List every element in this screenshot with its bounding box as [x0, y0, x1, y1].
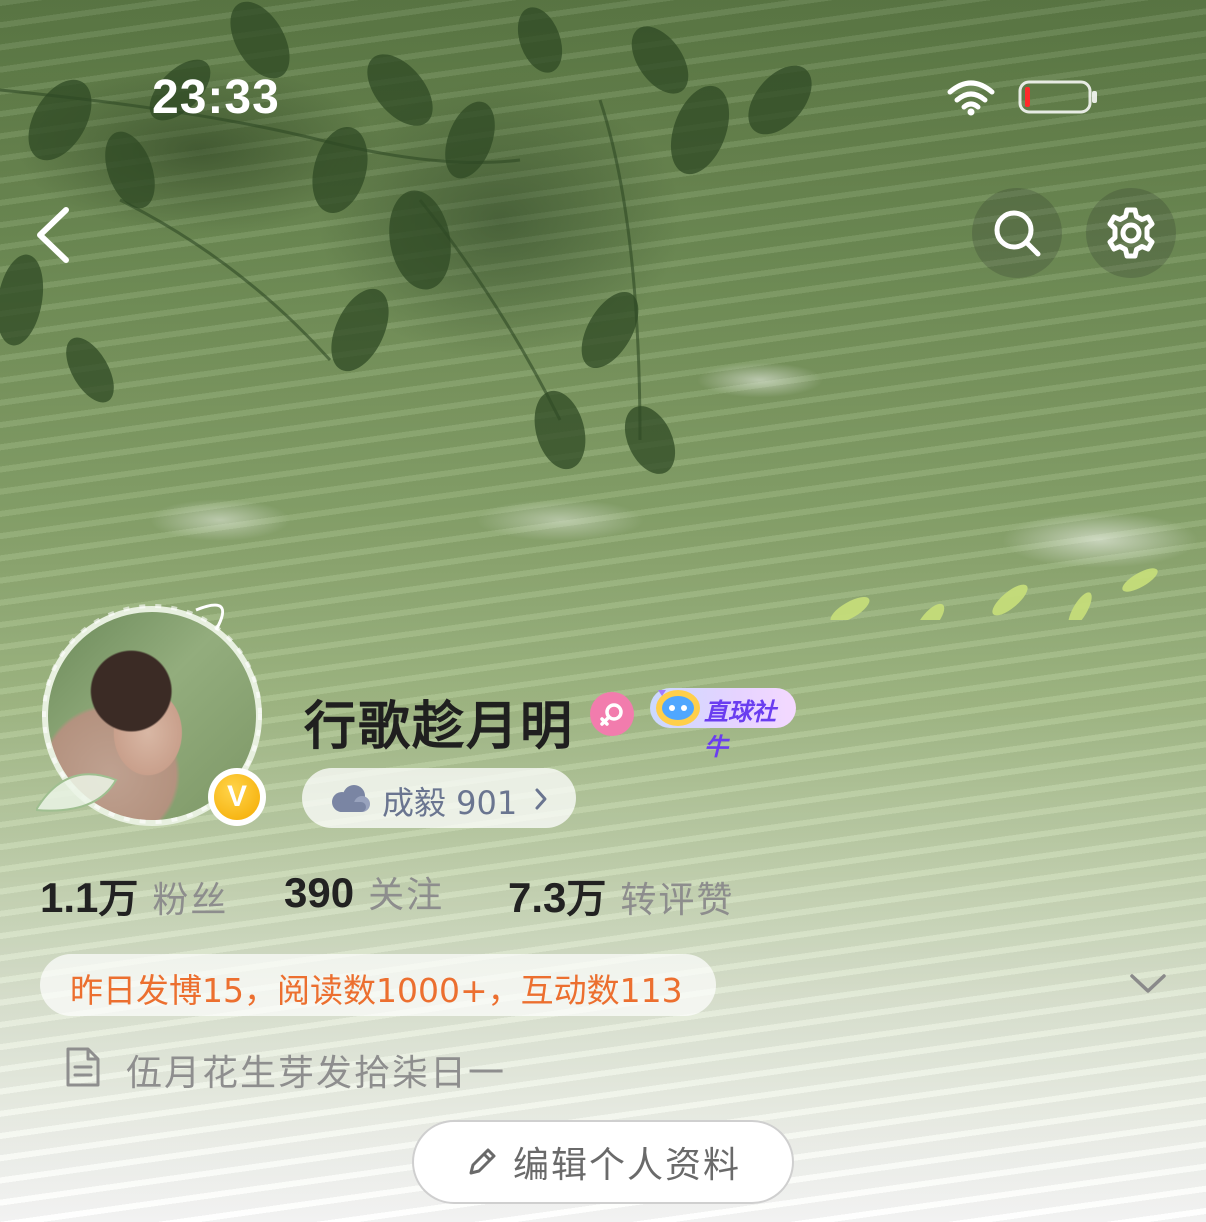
speech-bubble-medal-icon: [656, 690, 700, 726]
stat-interactions[interactable]: 7.3 万 转评赞: [508, 866, 734, 924]
stat-following[interactable]: 390 关注: [284, 866, 444, 918]
profile-username: 行歌趁月明: [304, 697, 575, 757]
stat-label: 关注: [368, 875, 445, 916]
edit-profile-button[interactable]: 编辑个人资料: [412, 1120, 794, 1204]
cloud-icon: [332, 785, 370, 812]
verified-badge: V: [208, 768, 266, 826]
pencil-icon: [469, 1148, 496, 1175]
document-icon: [66, 1047, 100, 1087]
stat-value: 7.3: [508, 874, 567, 921]
verified-v-icon: V: [214, 774, 260, 820]
level-pill[interactable]: 成毅 901: [302, 768, 576, 828]
status-bar-time: 23:33: [152, 71, 280, 124]
stat-unit: 万: [566, 876, 607, 922]
gear-icon: [1107, 207, 1155, 259]
stat-label: 粉丝: [152, 880, 229, 921]
back-button[interactable]: [28, 200, 84, 270]
stat-value: 1.1: [40, 874, 99, 921]
wifi-icon: [947, 80, 995, 116]
chevron-left-icon: [37, 207, 69, 263]
search-icon: [994, 210, 1041, 257]
search-button[interactable]: [972, 188, 1062, 278]
edit-profile-label: 编辑个人资料: [512, 1145, 741, 1186]
medal-label: 直球社牛: [704, 698, 776, 761]
activity-summary-text: 昨日发博15，阅读数1000+，互动数113: [70, 971, 683, 1010]
battery-icon: [1018, 80, 1097, 114]
stat-value: 390: [284, 869, 355, 916]
female-icon: [590, 692, 634, 736]
medal-badge[interactable]: 直球社牛: [650, 688, 796, 761]
stat-followers[interactable]: 1.1 万 粉丝: [40, 866, 228, 924]
chevron-down-icon[interactable]: [1128, 972, 1168, 996]
bio-text: 伍月花生芽发拾柒日一: [126, 1053, 507, 1094]
chevron-right-icon: [535, 788, 547, 810]
settings-button[interactable]: [1086, 188, 1176, 278]
stat-unit: 万: [98, 876, 139, 922]
activity-summary-banner[interactable]: 昨日发博15，阅读数1000+，互动数113: [40, 954, 716, 1016]
level-label: 成毅 901: [382, 784, 518, 822]
stat-label: 转评赞: [620, 880, 735, 921]
